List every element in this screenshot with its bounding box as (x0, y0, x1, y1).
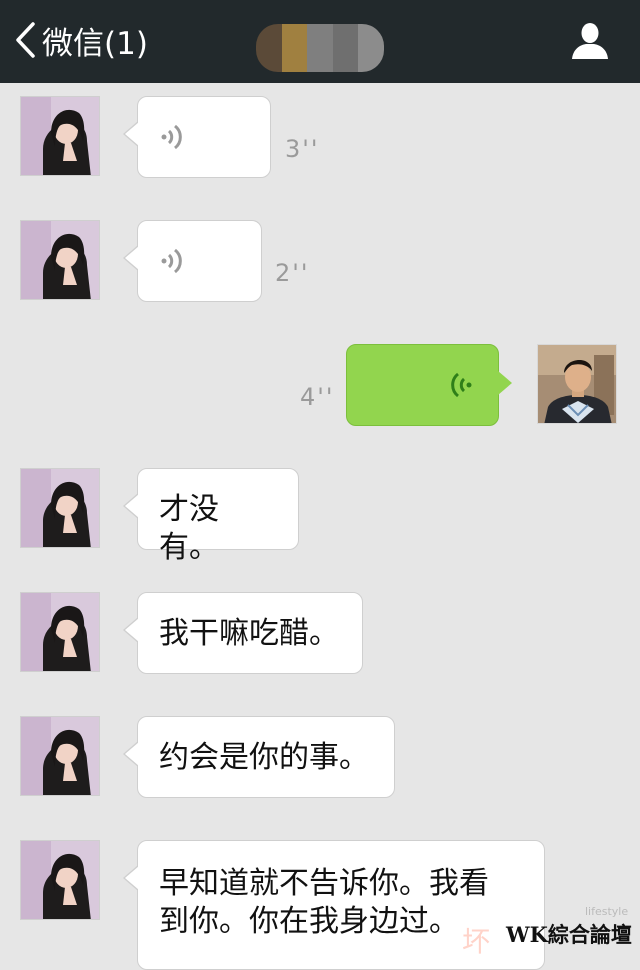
contact-avatar[interactable] (20, 840, 100, 920)
voice-duration: 4'' (300, 383, 335, 411)
text-message-bubble[interactable]: 约会是你的事。 (123, 716, 395, 798)
watermark-small: lifestyle (585, 905, 629, 918)
voice-duration: 3'' (285, 135, 320, 163)
my-avatar[interactable] (537, 344, 617, 424)
voice-message-bubble[interactable] (123, 96, 271, 178)
back-button[interactable]: 微信(1) (14, 18, 148, 62)
message-text: 才没有。 (159, 492, 219, 565)
chat-info-button[interactable] (566, 18, 614, 62)
blurred-contact-name (256, 24, 384, 72)
mosaic-block (281, 24, 308, 72)
message-text: 我干嘛吃醋。 (159, 616, 339, 651)
voice-message-bubble[interactable] (123, 220, 262, 302)
person-icon (572, 23, 608, 59)
back-label: 微信(1) (42, 25, 148, 62)
voice-message-bubble-outgoing[interactable] (346, 344, 512, 426)
voice-wave-icon (451, 372, 472, 398)
contact-avatar[interactable] (20, 220, 100, 300)
text-message-bubble[interactable]: 才没有。 (123, 468, 299, 565)
chevron-left-icon (16, 22, 35, 58)
female-avatar-icon (21, 841, 99, 919)
voice-wave-icon (161, 124, 182, 150)
contact-avatar[interactable] (20, 468, 100, 548)
female-avatar-icon (21, 221, 99, 299)
voice-duration: 2'' (275, 259, 310, 287)
female-avatar-icon (21, 593, 99, 671)
contact-avatar[interactable] (20, 716, 100, 796)
mosaic-block (307, 24, 333, 72)
voice-wave-icon (161, 248, 182, 274)
message-text: 约会是你的事。 (159, 740, 369, 775)
male-avatar-icon (538, 345, 616, 423)
mosaic-block (358, 24, 384, 72)
mosaic-block (256, 24, 282, 72)
watermark-logo: WK綜合論壇 (506, 922, 632, 947)
watermark-faint: 坏 (462, 925, 491, 958)
contact-avatar[interactable] (20, 592, 100, 672)
female-avatar-icon (21, 97, 99, 175)
contact-avatar[interactable] (20, 96, 100, 176)
female-avatar-icon (21, 717, 99, 795)
mosaic-block (332, 24, 359, 72)
chat-header: 微信(1) (0, 0, 640, 83)
text-message-bubble[interactable]: 我干嘛吃醋。 (123, 592, 363, 674)
female-avatar-icon (21, 469, 99, 547)
